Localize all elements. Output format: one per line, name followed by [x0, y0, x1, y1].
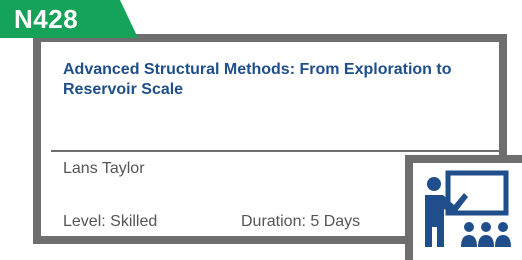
- instructor-name: Lans Taylor: [63, 160, 145, 177]
- course-duration: Duration: 5 Days: [241, 213, 361, 230]
- classroom-icon-box: [405, 155, 522, 260]
- divider: [51, 150, 501, 152]
- course-code-tab: N428: [0, 0, 138, 38]
- course-title[interactable]: Advanced Structural Methods: From Explor…: [63, 60, 493, 100]
- classroom-presentation-icon: [424, 170, 511, 247]
- course-card-stage: N428 Advanced Structural Methods: From E…: [0, 0, 522, 260]
- course-level: Level: Skilled: [63, 213, 158, 230]
